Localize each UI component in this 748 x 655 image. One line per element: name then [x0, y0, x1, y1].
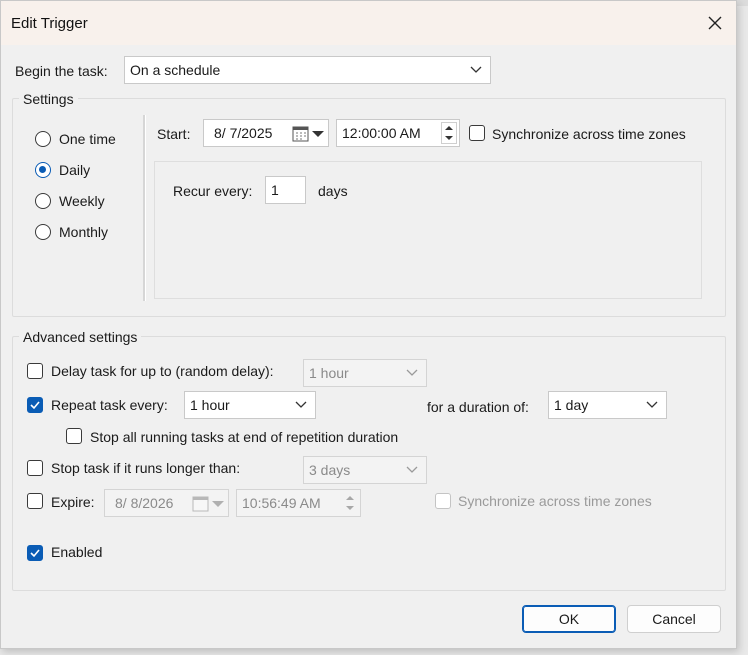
chevron-down-icon	[406, 457, 418, 483]
settings-separator	[143, 115, 146, 301]
repeat-interval-value: 1 hour	[190, 397, 230, 413]
ok-button[interactable]: OK	[522, 605, 616, 633]
recurrence-panel	[154, 161, 702, 299]
radio-monthly-label[interactable]: Monthly	[59, 224, 108, 240]
stop-if-longer-select[interactable]: 3 days	[303, 456, 427, 484]
radio-daily[interactable]	[35, 162, 51, 178]
radio-monthly[interactable]	[35, 224, 51, 240]
duration-select[interactable]: 1 day	[548, 391, 667, 419]
edit-trigger-dialog: Edit Trigger Begin the task: On a schedu…	[0, 0, 737, 649]
expire-date-picker[interactable]: 8/ 8/2026	[104, 489, 229, 517]
dialog-title: Edit Trigger	[11, 15, 88, 32]
delay-value: 1 hour	[309, 365, 349, 381]
repeat-interval-select[interactable]: 1 hour	[184, 391, 316, 419]
begin-task-value: On a schedule	[130, 62, 221, 78]
recur-every-label: Recur every:	[173, 183, 253, 199]
title-bar: Edit Trigger	[1, 1, 736, 45]
begin-task-label: Begin the task:	[15, 63, 108, 79]
chevron-down-icon	[646, 392, 658, 418]
start-date-value: 8/ 7/2025	[214, 125, 273, 141]
repeat-task-checkbox[interactable]	[27, 397, 43, 413]
recur-unit-label: days	[318, 183, 348, 199]
delay-select[interactable]: 1 hour	[303, 359, 427, 387]
close-icon[interactable]	[705, 13, 725, 33]
calendar-icon[interactable]	[292, 125, 326, 151]
settings-group-label: Settings	[19, 91, 78, 107]
chevron-down-icon	[406, 360, 418, 386]
delay-task-checkbox[interactable]	[27, 363, 43, 379]
advanced-settings-label: Advanced settings	[19, 329, 142, 345]
expire-checkbox[interactable]	[27, 493, 43, 509]
sync-time-zones-checkbox[interactable]	[469, 125, 485, 141]
stop-if-longer-checkbox[interactable]	[27, 460, 43, 476]
begin-task-select[interactable]: On a schedule	[124, 56, 491, 84]
stop-all-tasks-checkbox[interactable]	[66, 428, 82, 444]
time-spinner-icon[interactable]	[342, 492, 358, 514]
recur-every-input[interactable]: 1	[265, 176, 306, 204]
calendar-icon[interactable]	[192, 495, 226, 521]
stop-if-longer-value: 3 days	[309, 462, 351, 478]
start-time-field[interactable]: 12:00:00 AM	[336, 119, 460, 147]
stop-all-tasks-label[interactable]: Stop all running tasks at end of repetit…	[90, 429, 398, 445]
delay-task-label[interactable]: Delay task for up to (random delay):	[51, 363, 274, 379]
radio-daily-label[interactable]: Daily	[59, 162, 90, 178]
cancel-button[interactable]: Cancel	[627, 605, 721, 633]
sync-time-zones-label[interactable]: Synchronize across time zones	[492, 126, 686, 142]
stop-if-longer-label[interactable]: Stop task if it runs longer than:	[51, 460, 240, 476]
repeat-task-label[interactable]: Repeat task every:	[51, 397, 168, 413]
enabled-label[interactable]: Enabled	[51, 544, 102, 560]
enabled-checkbox[interactable]	[27, 545, 43, 561]
recur-every-value: 1	[271, 182, 279, 198]
expire-sync-checkbox[interactable]	[435, 493, 451, 509]
duration-value: 1 day	[554, 397, 589, 413]
time-spinner-icon[interactable]	[441, 122, 457, 144]
radio-one-time[interactable]	[35, 131, 51, 147]
radio-one-time-label[interactable]: One time	[59, 131, 116, 147]
chevron-down-icon	[470, 57, 482, 83]
expire-time-value: 10:56:49 AM	[242, 495, 321, 511]
expire-sync-label: Synchronize across time zones	[458, 493, 652, 509]
chevron-down-icon	[295, 392, 307, 418]
radio-weekly[interactable]	[35, 193, 51, 209]
start-label: Start:	[157, 126, 191, 142]
radio-weekly-label[interactable]: Weekly	[59, 193, 105, 209]
start-date-picker[interactable]: 8/ 7/2025	[203, 119, 329, 147]
duration-label: for a duration of:	[427, 399, 529, 415]
expire-date-value: 8/ 8/2026	[115, 495, 174, 511]
start-time-value: 12:00:00 AM	[342, 125, 421, 141]
expire-time-field[interactable]: 10:56:49 AM	[236, 489, 361, 517]
expire-label[interactable]: Expire:	[51, 494, 95, 510]
